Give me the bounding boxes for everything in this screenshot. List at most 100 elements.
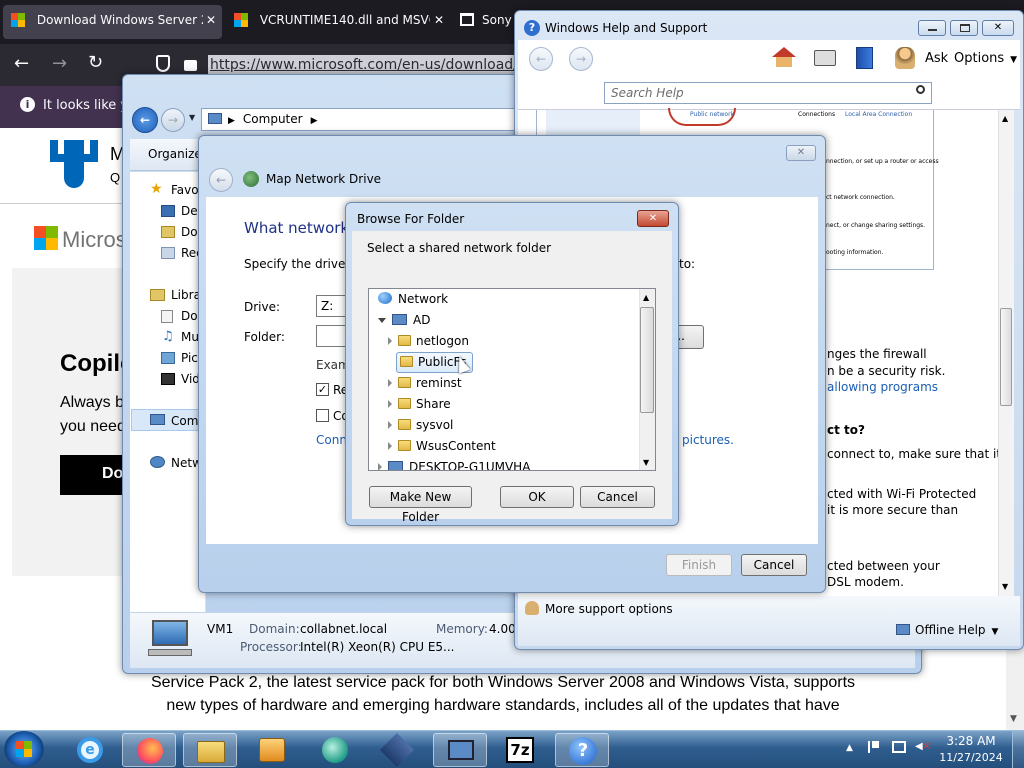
tab-vcruntime[interactable]: VCRUNTIME140.dll and MSVCP ✕ xyxy=(226,5,450,39)
browse-close-button[interactable]: ✕ xyxy=(637,210,669,227)
search-icon[interactable] xyxy=(916,85,925,94)
help-forward-icon[interactable]: → xyxy=(569,47,593,71)
home-icon[interactable] xyxy=(772,47,796,67)
ask-button[interactable]: Ask xyxy=(925,51,948,66)
show-hidden-icons-icon[interactable]: ▲ xyxy=(846,743,853,753)
collapsed-arrow-icon[interactable] xyxy=(378,463,382,470)
url-bar[interactable]: https://www.microsoft.com/en-us/download… xyxy=(208,55,528,76)
collapsed-arrow-icon[interactable] xyxy=(388,379,392,387)
collapsed-arrow-icon[interactable] xyxy=(388,337,392,345)
help-question-icon: ? xyxy=(524,20,540,36)
tree-item-network[interactable]: Network xyxy=(378,292,448,306)
network-taskbar-icon[interactable] xyxy=(433,733,487,767)
close-button[interactable]: ✕ xyxy=(982,20,1014,36)
tree-item-share[interactable]: Share xyxy=(388,397,451,411)
app-taskbar-icon[interactable] xyxy=(308,733,362,767)
more-support-options-link[interactable]: More support options xyxy=(545,602,673,616)
recent-icon xyxy=(161,247,175,259)
map-drive-instruction-tail: to: xyxy=(679,257,696,271)
drive-label: Drive: xyxy=(244,300,281,314)
map-drive-back-icon[interactable]: ← xyxy=(209,168,233,192)
minimize-button[interactable] xyxy=(918,20,946,36)
organize-menu[interactable]: Organize xyxy=(148,147,202,161)
help-link-allowing-programs[interactable]: allowing programs xyxy=(827,380,938,394)
computer-icon xyxy=(388,461,403,470)
7zip-taskbar-icon[interactable]: 7z xyxy=(493,733,547,767)
tree-scroll-thumb[interactable] xyxy=(640,307,654,413)
explorer-taskbar-icon[interactable] xyxy=(183,733,237,767)
collapsed-arrow-icon[interactable] xyxy=(388,442,392,450)
sidebar-item-pictures[interactable]: Pic xyxy=(181,351,198,365)
virtualbox-taskbar-icon[interactable] xyxy=(370,733,424,767)
description-line-1: Service Pack 2, the latest service pack … xyxy=(150,674,856,691)
scroll-down-arrow-icon[interactable]: ▼ xyxy=(643,458,649,467)
tree-item-label: reminst xyxy=(416,376,462,390)
browse-help-icon[interactable] xyxy=(856,47,873,69)
sidebar-item-computer[interactable]: Com xyxy=(171,414,198,428)
help-scroll-thumb[interactable] xyxy=(1000,308,1012,406)
offline-help-menu[interactable]: Offline Help ▼ xyxy=(915,623,998,637)
ask-icon[interactable] xyxy=(895,47,915,69)
connect-website-link[interactable]: Conn xyxy=(316,433,347,447)
browse-ok-button[interactable]: OK xyxy=(500,486,574,508)
tab-active[interactable]: Download Windows Server 2008 ✕ xyxy=(3,5,222,39)
sidebar-item-libraries[interactable]: Libra xyxy=(171,288,201,302)
map-drive-close-button[interactable]: ✕ xyxy=(786,145,816,161)
search-help-input[interactable]: Search Help xyxy=(604,82,932,104)
credentials-checkbox[interactable] xyxy=(316,409,329,422)
lock-icon[interactable] xyxy=(184,60,197,71)
help-back-icon[interactable]: ← xyxy=(529,47,553,71)
close-icon[interactable]: ✕ xyxy=(434,13,444,27)
chevron-down-icon[interactable]: ▼ xyxy=(189,113,195,122)
tab-sony[interactable]: Sony V xyxy=(456,5,516,39)
forward-button[interactable]: → xyxy=(161,108,185,132)
clock-date[interactable]: 11/27/2024 xyxy=(938,751,1004,764)
print-icon[interactable] xyxy=(814,50,836,66)
clock-time[interactable]: 3:28 AM xyxy=(944,734,998,748)
scroll-up-arrow-icon[interactable]: ▲ xyxy=(1002,114,1008,123)
network-tray-icon[interactable] xyxy=(892,741,906,753)
share-folder-icon xyxy=(400,356,413,367)
tree-item-netlogon[interactable]: netlogon xyxy=(388,334,469,348)
forward-arrow-icon[interactable]: → xyxy=(52,53,67,74)
back-arrow-icon[interactable]: ← xyxy=(14,53,29,74)
make-new-folder-button[interactable]: Make New Folder xyxy=(369,486,472,524)
volume-muted-icon[interactable]: ◀✕ xyxy=(915,741,931,755)
maximize-button[interactable] xyxy=(950,20,978,36)
tree-item-desktop-g1umvha[interactable]: DESKTOP-G1UMVHA xyxy=(378,460,638,470)
back-button[interactable]: ← xyxy=(132,107,158,133)
media-player-taskbar-icon[interactable] xyxy=(245,733,299,767)
tree-item-wsuscontent[interactable]: WsusContent xyxy=(388,439,496,453)
options-label: Options xyxy=(954,51,1005,66)
sidebar-item-music[interactable]: Mu xyxy=(181,330,199,344)
firefox-taskbar-icon[interactable] xyxy=(122,733,176,767)
shield-icon[interactable] xyxy=(156,55,170,72)
tab-label: Sony V xyxy=(482,13,516,27)
expanded-arrow-icon[interactable] xyxy=(378,318,386,323)
tree-item-label: Network xyxy=(398,292,449,306)
map-drive-cancel-button[interactable]: Cancel xyxy=(741,554,807,576)
support-options-icon xyxy=(525,601,539,615)
scroll-up-arrow-icon[interactable]: ▲ xyxy=(643,293,649,302)
collapsed-arrow-icon[interactable] xyxy=(388,400,392,408)
browse-cancel-button[interactable]: Cancel xyxy=(580,486,655,508)
chevron-down-icon: ▼ xyxy=(1010,55,1018,65)
tree-item-ad[interactable]: AD xyxy=(378,313,430,327)
address-bar[interactable]: ▶ Computer ▶ xyxy=(201,108,531,131)
options-button[interactable]: Options ▼ xyxy=(954,51,1017,66)
tree-item-reminst[interactable]: reminst xyxy=(388,376,462,390)
tree-item-sysvol[interactable]: sysvol xyxy=(388,418,453,432)
scroll-down-arrow-icon[interactable]: ▼ xyxy=(1010,714,1017,724)
flag-icon[interactable] xyxy=(868,741,879,753)
scroll-down-arrow-icon[interactable]: ▼ xyxy=(1002,582,1008,591)
help-taskbar-icon[interactable]: ? xyxy=(555,733,609,767)
ie-taskbar-icon[interactable]: e xyxy=(62,733,116,767)
close-icon[interactable]: ✕ xyxy=(206,13,216,27)
start-button[interactable] xyxy=(4,731,44,767)
collapsed-arrow-icon[interactable] xyxy=(388,421,392,429)
show-desktop-button[interactable] xyxy=(1012,731,1024,768)
reconnect-checkbox[interactable]: ✓ xyxy=(316,383,329,396)
finish-button[interactable]: Finish xyxy=(666,554,732,576)
connect-website-link-tail[interactable]: pictures. xyxy=(682,433,734,447)
reload-icon[interactable]: ↻ xyxy=(88,52,103,73)
